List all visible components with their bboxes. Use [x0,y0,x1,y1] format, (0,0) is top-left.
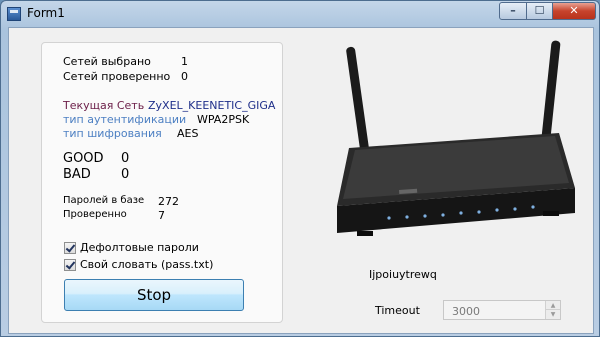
spin-up-icon[interactable]: ▲ [545,301,560,310]
timeout-spinner[interactable]: ▲ ▼ [443,300,561,320]
passwords-in-base-value: 272 [158,195,179,208]
status-text: Ijpoiuytrewq [369,268,437,281]
wifi-router-image [337,40,575,236]
stop-button[interactable]: Stop [64,279,244,311]
auth-type-label: тип аутентификации [63,113,187,126]
timeout-input[interactable] [444,301,544,319]
main-window: Form1 – ☐ ✕ Сетей выбрано 1 Сетей провер… [0,0,600,337]
passwords-in-base-label: Паролей в базе [63,195,145,206]
networks-checked-label: Сетей проверенно [63,70,171,83]
good-value: 0 [121,151,130,166]
cipher-type-value: AES [177,127,199,140]
bad-value: 0 [121,167,130,182]
close-button[interactable]: ✕ [552,2,596,20]
passwords-checked-value: 7 [158,209,165,222]
current-network-label: Текущая Сеть [63,99,145,112]
timeout-label: Timeout [375,304,420,317]
bad-label: BAD [63,167,91,182]
title-bar[interactable]: Form1 – ☐ ✕ [1,1,599,27]
info-panel: Сетей выбрано 1 Сетей проверенно 0 Текущ… [41,42,283,323]
default-passwords-label[interactable]: Дефолтовые пароли [80,241,199,254]
networks-checked-value: 0 [181,70,188,83]
form-client-area: Сетей выбрано 1 Сетей проверенно 0 Текущ… [8,27,594,334]
current-network-value: ZyXEL_KEENETIC_GIGA [148,99,276,112]
cipher-type-label: тип шифрования [63,127,162,140]
minimize-button[interactable]: – [499,2,527,20]
own-dictionary-label[interactable]: Свой словать (pass.txt) [80,258,213,271]
checkbox-checked-icon[interactable] [64,242,76,254]
spin-down-icon[interactable]: ▼ [545,310,560,319]
networks-selected-value: 1 [181,55,188,68]
networks-selected-label: Сетей выбрано [63,55,151,68]
auth-type-value: WPA2PSK [197,113,250,126]
good-label: GOOD [63,151,104,166]
passwords-checked-label: Проверенно [63,209,127,220]
app-icon [7,7,21,21]
checkbox-checked-icon[interactable] [64,259,76,271]
window-title: Form1 [27,6,65,20]
maximize-button[interactable]: ☐ [526,2,553,20]
